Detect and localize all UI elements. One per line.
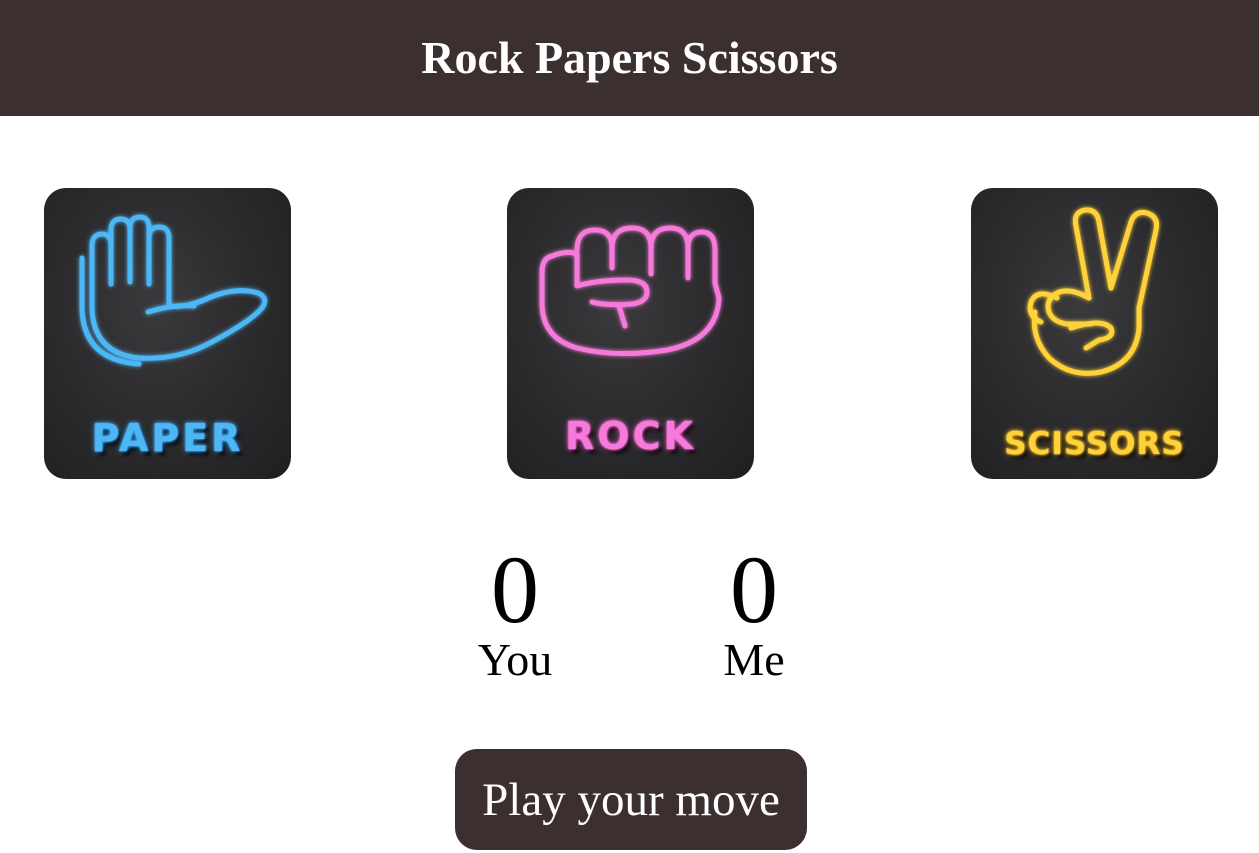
choice-label-scissors: SCISSORS — [1004, 426, 1185, 462]
computer-score-value: 0 — [730, 536, 778, 643]
computer-score-label: Me — [723, 634, 785, 685]
choice-label-paper: PAPER — [91, 416, 244, 460]
choice-paper[interactable]: PAPER — [44, 188, 291, 479]
choice-label-rock: ROCK — [565, 414, 696, 458]
user-score-value: 0 — [491, 536, 539, 643]
status-message-button[interactable]: Play your move — [455, 749, 807, 850]
app-header: Rock Papers Scissors — [0, 0, 1259, 116]
choice-rock[interactable]: ROCK — [507, 188, 754, 479]
choice-scissors[interactable]: SCISSORS — [971, 188, 1218, 479]
computer-score-panel: 0 Me — [684, 540, 824, 686]
user-score-label: You — [477, 634, 553, 685]
user-score-panel: 0 You — [445, 540, 585, 686]
page-title: Rock Papers Scissors — [421, 31, 838, 83]
